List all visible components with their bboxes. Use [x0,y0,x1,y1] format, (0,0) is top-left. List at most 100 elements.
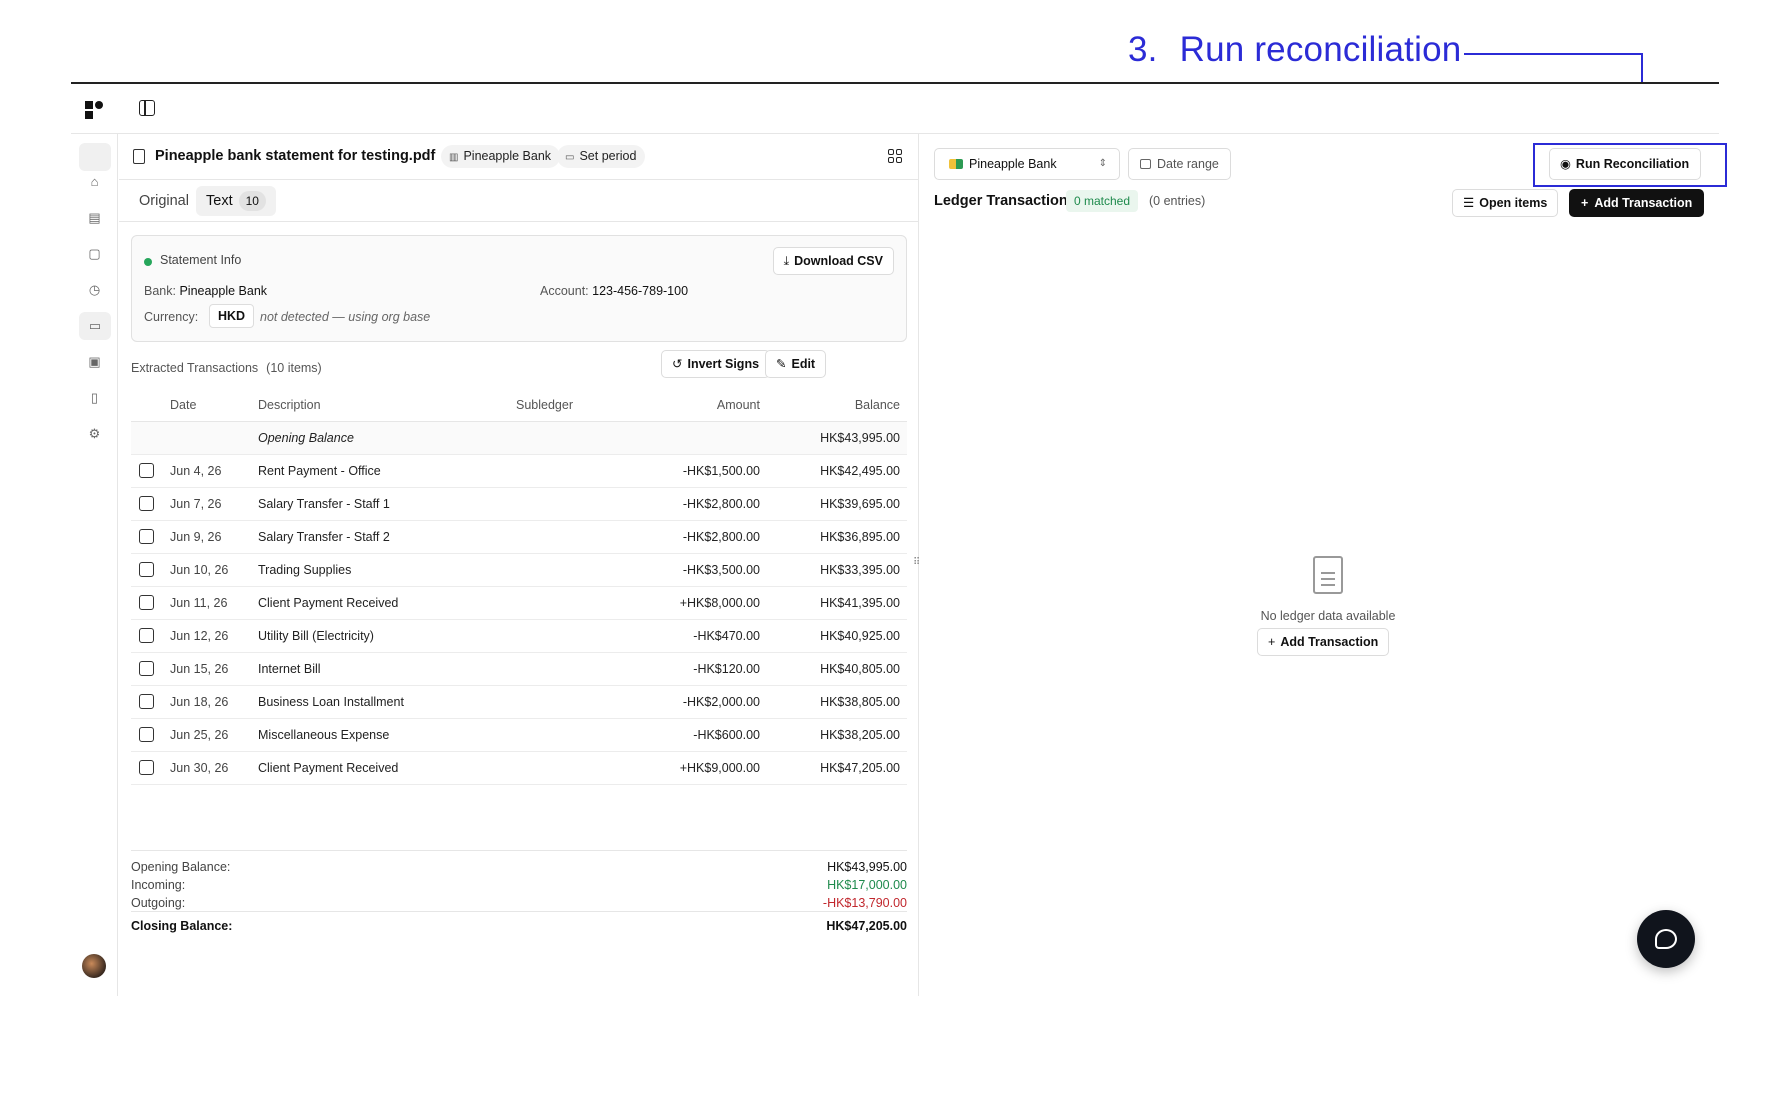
edit-button[interactable]: ✎ Edit [765,350,827,378]
table-row[interactable]: Jun 30, 26 Client Payment Received +HK$9,0… [131,751,907,785]
reconciliation-icon[interactable]: ▭ [79,312,111,340]
book-icon[interactable]: ▯ [85,388,104,407]
bank-flag-icon [949,159,963,169]
row-amount: +HK$8,000.00 [625,586,761,620]
account-field: Account: 123-456-789-100 [540,284,688,298]
row-checkbox[interactable] [139,595,154,611]
row-balance: HK$36,895.00 [761,520,907,554]
row-date: Jun 25, 26 [169,718,257,752]
table-row[interactable]: Jun 25, 26 Miscellaneous Expense -HK$600.0… [131,718,907,752]
empty-add-transaction-label: Add Transaction [1280,635,1379,649]
bank-icon[interactable]: ⌂ [85,172,104,191]
resize-handle-icon[interactable]: ⠿ [913,557,920,568]
statement-info-title: Statement Info [160,253,242,267]
column-header-date: Date [169,389,257,422]
date-range-label: Date range [1157,157,1219,171]
add-transaction-button[interactable]: + Add Transaction [1569,189,1705,217]
avatar[interactable] [82,954,106,978]
row-amount: +HK$9,000.00 [625,751,761,785]
row-subledger[interactable] [515,718,625,752]
empty-add-transaction-button[interactable]: + Add Transaction [1257,628,1390,656]
settings-gear-icon[interactable]: ⚙ [85,424,104,443]
table-row[interactable]: Jun 9, 26 Salary Transfer - Staff 2 -HK$2,… [131,520,907,554]
chevron-updown-icon: ⇕ [1098,158,1107,169]
sidebar-toggle-icon[interactable] [139,100,155,116]
transactions-body: Opening Balance HK$43,995.00 Jun 4, 26 Re… [131,421,907,785]
opening-balance-value: HK$43,995.00 [761,421,907,455]
invert-signs-button[interactable]: ↺ Invert Signs [661,350,771,378]
row-subledger[interactable] [515,586,625,620]
chat-icon [1655,929,1677,949]
invert-signs-label: Invert Signs [687,357,760,371]
chat-bubble-button[interactable] [1637,910,1695,968]
row-amount: -HK$2,800.00 [625,487,761,521]
account-value: 123-456-789-100 [592,284,689,298]
tab-original[interactable]: Original [129,186,199,216]
table-row[interactable]: Jun 7, 26 Salary Transfer - Staff 1 -HK$2,… [131,487,907,521]
table-row[interactable]: Jun 15, 26 Internet Bill -HK$120.00 HK$40,8… [131,652,907,686]
row-subledger[interactable] [515,685,625,719]
bank-select[interactable]: Pineapple Bank ⇕ [934,148,1120,180]
row-checkbox-cell [131,619,169,653]
column-header-description: Description [257,389,515,422]
sidebar-item-home[interactable] [79,143,111,171]
row-subledger[interactable] [515,487,625,521]
annotation-text: Run reconciliation [1179,30,1462,69]
row-checkbox[interactable] [139,562,154,578]
row-date: Jun 12, 26 [169,619,257,653]
row-checkbox[interactable] [139,463,154,479]
row-subledger[interactable] [515,553,625,587]
plus-icon: + [1268,635,1276,649]
plus-icon: + [1581,196,1589,210]
opening-balance-row: Opening Balance HK$43,995.00 [131,421,907,455]
row-amount: -HK$1,500.00 [625,454,761,488]
row-checkbox[interactable] [139,628,154,644]
archive-icon[interactable]: ▣ [85,352,104,371]
open-items-button[interactable]: ☰ Open items [1452,189,1559,217]
row-amount: -HK$470.00 [625,619,761,653]
row-checkbox[interactable] [139,529,154,545]
row-description: Salary Transfer - Staff 2 [257,520,515,554]
row-balance: HK$33,395.00 [761,553,907,587]
table-row[interactable]: Jun 4, 26 Rent Payment - Office -HK$1,500.… [131,454,907,488]
table-row[interactable]: Jun 12, 26 Utility Bill (Electricity) -HK$… [131,619,907,653]
set-period-chip[interactable]: ▭ Set period [557,145,646,168]
download-csv-button[interactable]: ⤓ Download CSV [772,247,894,275]
row-subledger[interactable] [515,751,625,785]
balance-summary: Opening Balance: HK$43,995.00 Incoming: HK… [131,850,907,933]
date-range-picker[interactable]: Date range [1128,148,1231,180]
extracted-count: (10 items) [266,361,322,375]
sidebar: ⌂ ▤ ▢ ◷ ▭ ▣ ▯ ⚙ [71,134,118,996]
summary-outgoing-value: -HK$13,790.00 [822,896,907,910]
app-logo-icon[interactable] [85,101,103,119]
row-checkbox[interactable] [139,661,154,677]
row-description: Internet Bill [257,652,515,686]
row-date: Jun 10, 26 [169,553,257,587]
entries-count: (0 entries) [1149,194,1206,208]
row-checkbox-cell [131,751,169,785]
row-checkbox-cell [131,718,169,752]
table-row[interactable]: Jun 18, 26 Business Loan Installment -HK$2… [131,685,907,719]
calendar-clock-icon[interactable]: ◷ [85,280,104,299]
currency-value-badge[interactable]: HKD [209,304,255,328]
grid-view-icon[interactable] [888,149,902,163]
row-checkbox[interactable] [139,760,154,776]
row-checkbox[interactable] [139,496,154,512]
row-subledger[interactable] [515,520,625,554]
bank-chip[interactable]: ▥ Pineapple Bank [441,145,561,168]
row-subledger[interactable] [515,454,625,488]
row-subledger[interactable] [515,619,625,653]
row-subledger[interactable] [515,652,625,686]
tab-text[interactable]: Text 10 [196,186,276,216]
status-dot [144,258,152,266]
row-balance: HK$40,805.00 [761,652,907,686]
file-check-icon[interactable]: ▢ [85,244,104,263]
table-row[interactable]: Jun 11, 26 Client Payment Received +HK$8,0… [131,586,907,620]
document-title: Pineapple bank statement for testing.pdf [155,148,436,164]
row-checkbox[interactable] [139,727,154,743]
row-checkbox[interactable] [139,694,154,710]
summary-incoming-row: Incoming: HK$17,000.00 [131,878,907,892]
document-list-icon[interactable]: ▤ [85,208,104,227]
table-row[interactable]: Jun 10, 26 Trading Supplies -HK$3,500.00 HK… [131,553,907,587]
column-header-amount: Amount [625,389,761,422]
